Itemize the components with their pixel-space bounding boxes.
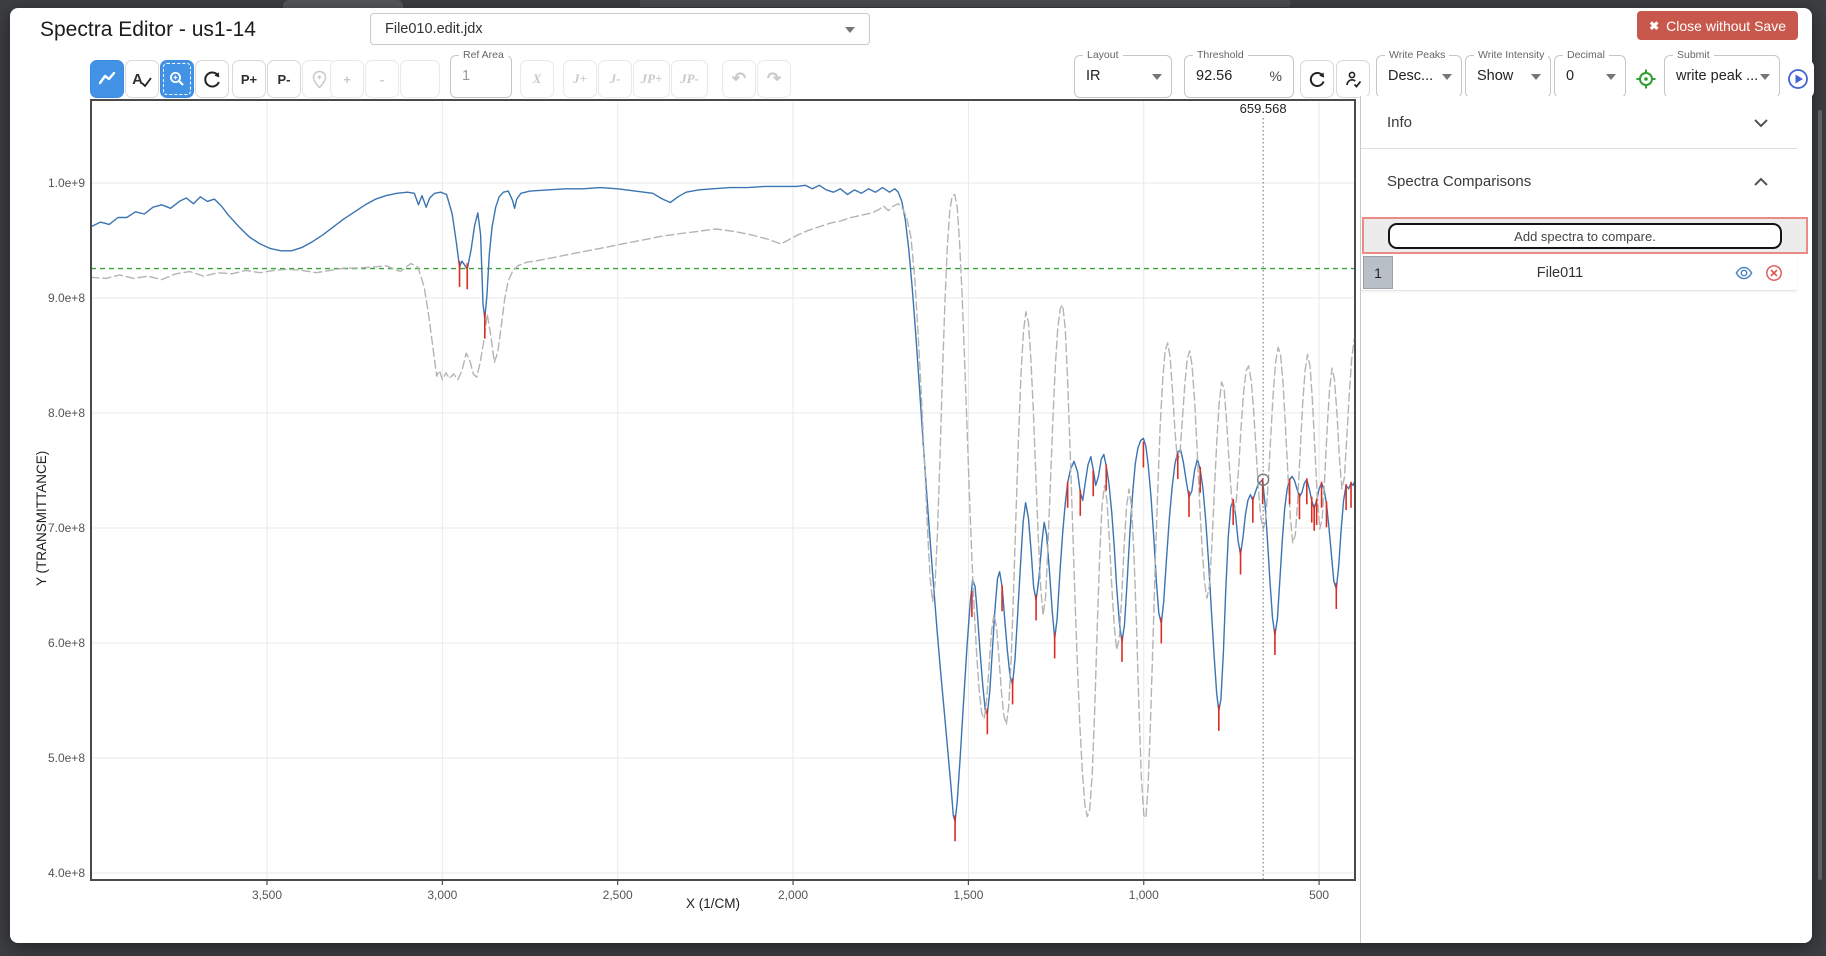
background-scrollbar xyxy=(1818,110,1822,880)
submit-select[interactable]: Submit write peak ... xyxy=(1664,55,1780,98)
chevron-up-icon xyxy=(1753,177,1769,187)
ref-area-label: Ref Area xyxy=(459,49,508,61)
series-File011 xyxy=(91,195,1355,818)
comparison-file-name: File011 xyxy=(1393,256,1727,290)
y-tick-label: 4.0e+8 xyxy=(48,866,85,880)
crosshair-target-icon xyxy=(1635,68,1657,90)
undo-icon: ↶ xyxy=(732,69,746,89)
chevron-down-icon xyxy=(1152,74,1162,80)
decimal-select[interactable]: Decimal 0 xyxy=(1554,55,1626,98)
series-File010.edit.jdx xyxy=(91,185,1355,821)
spectra-editor-modal: Spectra Editor - us1-14 File010.edit.jdx… xyxy=(10,8,1812,943)
write-intensity-select[interactable]: Write Intensity Show xyxy=(1465,55,1551,98)
chevron-down-icon xyxy=(845,27,855,33)
refresh-arrows-icon xyxy=(203,70,222,89)
background-strip xyxy=(640,0,1290,7)
chevron-down-icon xyxy=(1442,74,1452,80)
remove-comparison-icon[interactable] xyxy=(1765,264,1783,282)
side-panel: Info Spectra Comparisons Add spectra to … xyxy=(1361,96,1797,943)
percent-unit: % xyxy=(1270,68,1282,84)
page-title: Spectra Editor - us1-14 xyxy=(40,18,256,42)
y-tick-label: 7.0e+8 xyxy=(48,521,85,535)
comparisons-section-header[interactable]: Spectra Comparisons xyxy=(1361,149,1797,213)
eye-visibility-icon[interactable] xyxy=(1735,264,1753,282)
chevron-down-icon xyxy=(1531,74,1541,80)
row-index-badge: 1 xyxy=(1363,256,1393,289)
y-tick-label: 8.0e+8 xyxy=(48,406,85,420)
refresh-icon xyxy=(1308,70,1327,89)
write-peaks-select[interactable]: Write Peaks Desc... xyxy=(1376,55,1462,98)
comparison-row[interactable]: 1 File011 xyxy=(1361,256,1797,291)
close-without-save-button[interactable]: ✖ Close without Save xyxy=(1637,11,1798,40)
y-tick-label: 9.0e+8 xyxy=(48,291,85,305)
line-chart-icon xyxy=(97,69,117,89)
x-axis-title: X (1/CM) xyxy=(81,896,1345,911)
y-tick-label: 6.0e+8 xyxy=(48,636,85,650)
close-icon: ✖ xyxy=(1649,19,1659,33)
file-selector-dropdown[interactable]: File010.edit.jdx xyxy=(370,13,870,45)
person-check-icon xyxy=(1344,70,1363,89)
file-selector-value: File010.edit.jdx xyxy=(385,21,483,37)
y-axis-title: Y (TRANSMITTANCE) xyxy=(34,451,49,586)
y-tick-label: 1.0e+9 xyxy=(48,176,85,190)
check-icon xyxy=(141,77,152,88)
ref-area-value: 1 xyxy=(462,68,470,84)
magnifier-icon xyxy=(168,70,186,88)
add-spectra-button[interactable]: Add spectra to compare. xyxy=(1388,223,1782,249)
spectra-chart[interactable]: 3,5003,0002,5002,0001,5001,0005001.0e+99… xyxy=(31,92,1365,922)
chevron-down-icon xyxy=(1606,74,1616,80)
play-circle-icon xyxy=(1787,68,1809,90)
map-pin-icon xyxy=(311,70,328,89)
redo-icon: ↷ xyxy=(767,69,781,89)
target-button[interactable] xyxy=(1630,60,1662,98)
cursor-value-label: 659.568 xyxy=(1240,101,1287,116)
y-tick-label: 5.0e+8 xyxy=(48,751,85,765)
run-submit-button[interactable] xyxy=(1782,60,1814,98)
info-section-header[interactable]: Info xyxy=(1361,96,1797,149)
chevron-down-icon xyxy=(1760,74,1770,80)
chevron-down-icon xyxy=(1753,118,1769,128)
